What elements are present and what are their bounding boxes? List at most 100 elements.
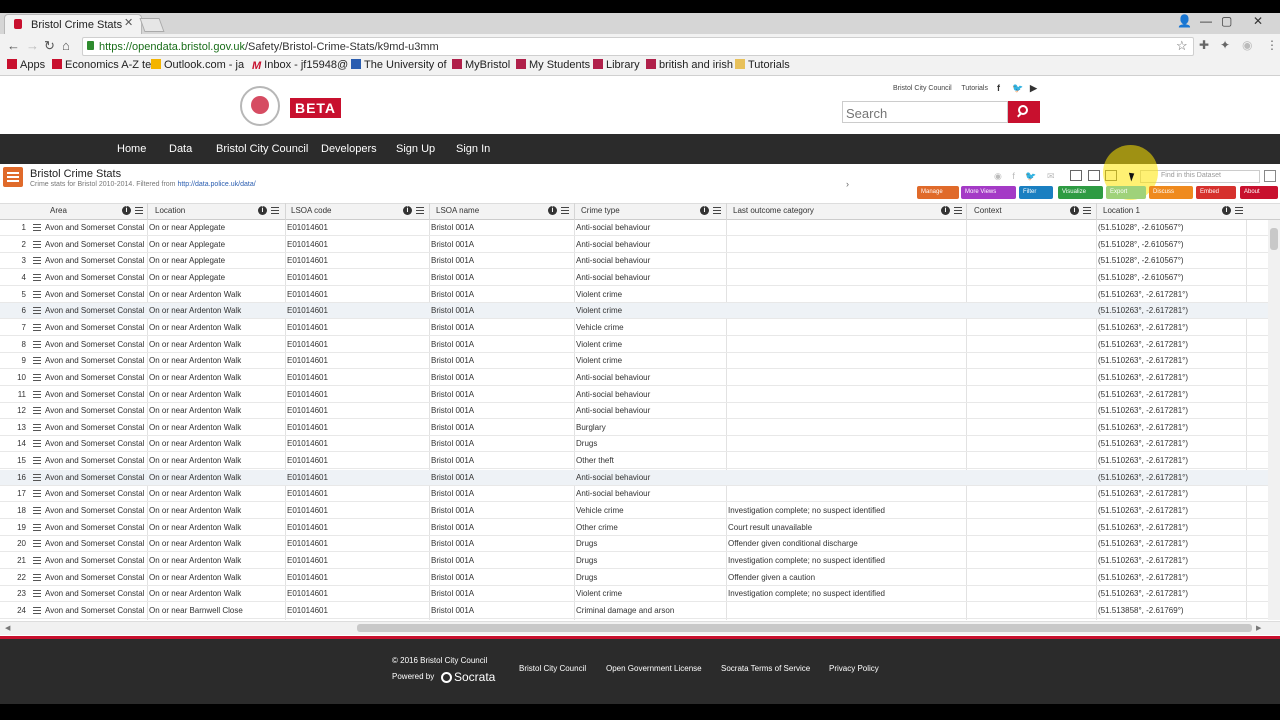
window-close-icon[interactable]: ✕ <box>1253 14 1263 28</box>
scroll-left-arrow-icon[interactable]: ◀ <box>5 624 10 632</box>
extension-icon[interactable]: ✚ <box>1199 38 1209 52</box>
column-separator[interactable] <box>1096 203 1097 220</box>
row-menu-icon[interactable] <box>33 290 41 298</box>
footer-link-council[interactable]: Bristol City Council <box>519 664 586 673</box>
home-icon[interactable]: ⌂ <box>62 38 70 53</box>
table-row[interactable]: 11 Avon and Somerset Constal On or near Ar… <box>0 387 1270 403</box>
column-info-icon[interactable]: i <box>700 206 709 215</box>
tab-close-icon[interactable]: ✕ <box>124 16 133 29</box>
column-separator[interactable] <box>726 203 727 220</box>
nav-sign-in[interactable]: Sign In <box>456 143 490 155</box>
action-button-visualize[interactable]: Visualize <box>1058 186 1103 199</box>
table-row[interactable]: 23 Avon and Somerset Constal On or near Ar… <box>0 586 1270 603</box>
share-icons[interactable]: ◉ f 🐦 ✉ <box>994 171 1059 182</box>
forward-arrow-icon[interactable]: → <box>26 38 39 53</box>
nav-bristol-city-council[interactable]: Bristol City Council <box>216 143 308 155</box>
row-menu-icon[interactable] <box>33 440 41 448</box>
twitter-icon[interactable]: 🐦 <box>1012 83 1023 94</box>
bookmark-british-irish[interactable]: british and irish <box>646 59 733 71</box>
profile-icon[interactable]: 👤 <box>1177 14 1192 28</box>
top-link-council[interactable]: Bristol City Council <box>893 85 952 92</box>
bookmark-economics[interactable]: Economics A-Z te <box>52 59 151 71</box>
table-row[interactable]: 9 Avon and Somerset Constal On or near Ard… <box>0 353 1270 370</box>
row-menu-icon[interactable] <box>33 590 41 598</box>
table-row[interactable]: 3 Avon and Somerset Constal On or near App… <box>0 253 1270 270</box>
nav-data[interactable]: Data <box>169 143 192 155</box>
column-menu-icon[interactable] <box>954 207 962 214</box>
vertical-scroll-thumb[interactable] <box>1270 228 1278 250</box>
browser-tab[interactable]: Bristol Crime Stats <box>4 14 142 34</box>
vertical-scrollbar[interactable] <box>1268 220 1280 620</box>
column-separator[interactable] <box>147 203 148 220</box>
column-header-lsoa-code[interactable]: LSOA code <box>291 206 331 215</box>
column-info-icon[interactable]: i <box>403 206 412 215</box>
column-menu-icon[interactable] <box>1235 207 1243 214</box>
column-menu-icon[interactable] <box>416 207 424 214</box>
bookmark-apps[interactable]: Apps <box>7 59 45 71</box>
horizontal-scroll-thumb[interactable] <box>357 624 1252 632</box>
table-row[interactable]: 1 Avon and Somerset Constal On or near App… <box>0 220 1270 236</box>
action-button-manage[interactable]: Manage <box>917 186 959 199</box>
table-row[interactable]: 12 Avon and Somerset Constal On or near Ar… <box>0 403 1270 420</box>
column-info-icon[interactable]: i <box>1222 206 1231 215</box>
reload-icon[interactable]: ↻ <box>44 38 55 54</box>
column-separator[interactable] <box>285 203 286 220</box>
column-info-icon[interactable]: i <box>258 206 267 215</box>
row-menu-icon[interactable] <box>33 423 41 431</box>
back-arrow-icon[interactable]: ← <box>7 38 20 53</box>
column-header-lsoa-name[interactable]: LSOA name <box>436 206 479 215</box>
socrata-logo[interactable]: Socrata <box>441 670 495 684</box>
column-header-context[interactable]: Context <box>974 206 1002 215</box>
bookmark-mybristol[interactable]: MyBristol <box>452 59 510 71</box>
action-button-more-views[interactable]: More Views <box>961 186 1016 199</box>
table-row[interactable]: 17 Avon and Somerset Constal On or near Ar… <box>0 486 1270 503</box>
column-header-area[interactable]: Area <box>50 206 67 215</box>
row-menu-icon[interactable] <box>33 490 41 498</box>
table-row[interactable]: 22 Avon and Somerset Constal On or near Ar… <box>0 570 1270 586</box>
extension-puzzle-icon[interactable]: ✦ <box>1220 38 1230 52</box>
action-button-discuss[interactable]: Discuss <box>1149 186 1193 199</box>
column-separator[interactable] <box>966 203 967 220</box>
column-menu-icon[interactable] <box>713 207 721 214</box>
footer-link-privacy[interactable]: Privacy Policy <box>829 664 879 673</box>
column-menu-icon[interactable] <box>561 207 569 214</box>
table-row[interactable]: 13 Avon and Somerset Constal On or near Ar… <box>0 420 1270 436</box>
search-button[interactable] <box>1008 101 1040 123</box>
table-row[interactable]: 4 Avon and Somerset Constal On or near App… <box>0 270 1270 286</box>
action-button-filter[interactable]: Filter <box>1019 186 1053 199</box>
table-row[interactable]: 16 Avon and Somerset Constal On or near Ar… <box>0 469 1270 486</box>
row-menu-icon[interactable] <box>33 257 41 265</box>
row-menu-icon[interactable] <box>33 457 41 465</box>
table-row[interactable]: 18 Avon and Somerset Constal On or near Ar… <box>0 503 1270 520</box>
row-menu-icon[interactable] <box>33 240 41 248</box>
row-menu-icon[interactable] <box>33 390 41 398</box>
row-menu-icon[interactable] <box>33 373 41 381</box>
column-header-last-outcome-category[interactable]: Last outcome category <box>733 206 814 215</box>
expand-chevron-icon[interactable]: › <box>846 179 849 189</box>
table-row[interactable]: 10 Avon and Somerset Constal On or near Ar… <box>0 370 1270 386</box>
action-button-embed[interactable]: Embed <box>1196 186 1236 199</box>
column-menu-icon[interactable] <box>135 207 143 214</box>
footer-link-ogl[interactable]: Open Government License <box>606 664 702 673</box>
row-menu-icon[interactable] <box>33 606 41 614</box>
police-data-link[interactable]: http://data.police.uk/data/ <box>177 181 255 188</box>
row-menu-icon[interactable] <box>33 557 41 564</box>
maximize-icon[interactable]: ▢ <box>1221 14 1232 28</box>
extension-disabled-icon[interactable]: ◉ <box>1242 38 1252 52</box>
find-in-dataset-input[interactable]: Find in this Dataset <box>1140 170 1260 183</box>
row-menu-icon[interactable] <box>33 407 41 415</box>
table-row[interactable]: 7 Avon and Somerset Constal On or near Ard… <box>0 320 1270 336</box>
bookmark-tutorials[interactable]: Tutorials <box>735 59 790 71</box>
table-row[interactable]: 21 Avon and Somerset Constal On or near Ar… <box>0 553 1270 569</box>
row-menu-icon[interactable] <box>33 340 41 348</box>
find-button-icon[interactable] <box>1264 170 1276 182</box>
table-row[interactable]: 19 Avon and Somerset Constal On or near Ar… <box>0 520 1270 536</box>
row-menu-icon[interactable] <box>33 540 41 548</box>
column-info-icon[interactable]: i <box>1070 206 1079 215</box>
column-info-icon[interactable]: i <box>941 206 950 215</box>
column-separator[interactable] <box>574 203 575 220</box>
column-header-crime-type[interactable]: Crime type <box>581 206 620 215</box>
row-menu-icon[interactable] <box>33 573 41 581</box>
bookmark-outlook[interactable]: Outlook.com - ja <box>151 59 244 71</box>
column-header-location[interactable]: Location <box>155 206 185 215</box>
